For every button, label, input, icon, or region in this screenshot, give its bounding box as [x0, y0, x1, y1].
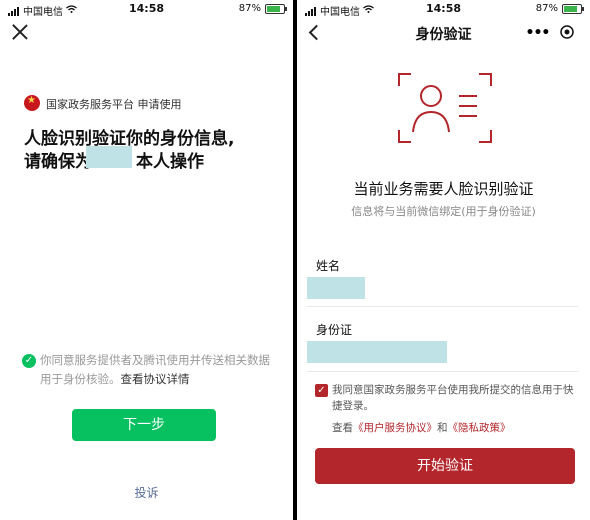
- battery-group: 87%: [535, 3, 584, 14]
- battery-percent: 87%: [238, 3, 261, 14]
- complaint-link[interactable]: 投诉: [0, 484, 293, 501]
- battery-group: 87%: [238, 3, 287, 14]
- headline-line2-pre: 请确保为: [24, 152, 92, 172]
- battery-percent: 87%: [535, 3, 558, 14]
- org-label: 国家政务服务平台 申请使用: [46, 98, 182, 111]
- mini-program-capsule: •••: [520, 21, 580, 45]
- consent-text: 我同意国家政务服务平台使用我所提交的信息用于快捷登录。: [332, 384, 574, 412]
- privacy-policy-link[interactable]: 《隐私政策》: [448, 422, 511, 434]
- name-label: 姓名: [316, 259, 341, 273]
- next-button[interactable]: 下一步: [72, 409, 216, 441]
- sub-heading: 信息将与当前微信绑定(用于身份验证): [351, 205, 536, 218]
- main-heading: 当前业务需要人脸识别验证: [353, 180, 534, 198]
- agreement-link[interactable]: 查看协议详情: [121, 372, 190, 386]
- id-field[interactable]: [307, 341, 447, 363]
- and-label: 和: [437, 422, 448, 434]
- user-agreement-link[interactable]: 《用户服务协议》: [353, 422, 437, 434]
- divider: [307, 306, 578, 307]
- status-bar: 中国电信 14:58 87%: [0, 0, 293, 18]
- emblem-icon: [24, 95, 40, 111]
- checkbox-icon[interactable]: ✓: [315, 384, 328, 397]
- battery-icon: [562, 3, 584, 14]
- divider: [307, 371, 578, 372]
- view-label: 查看: [332, 422, 353, 434]
- policy-links: 查看《用户服务协议》和《隐私政策》: [332, 420, 511, 435]
- battery-icon: [265, 3, 287, 14]
- headline-line2-post: 本人操作: [136, 152, 204, 172]
- left-phone-screen: 中国电信 14:58 87% 国家政务服务平台 申请使用 人脸识别验证你的身份信…: [0, 0, 293, 520]
- more-icon[interactable]: •••: [526, 25, 551, 41]
- face-scan-icon: [397, 72, 493, 148]
- right-phone-screen: 中国电信 14:58 87% 身份验证 ••• 当前业务需要人脸识别验证 信息将…: [297, 0, 590, 520]
- agreement-text: 你同意服务提供者及腾讯使用并传送相关数据用于身份核验。查看协议详情: [40, 351, 278, 389]
- start-verify-button[interactable]: 开始验证: [315, 448, 575, 484]
- status-bar: 中国电信 14:58 87%: [297, 0, 590, 18]
- record-icon[interactable]: [560, 24, 575, 43]
- close-icon[interactable]: [12, 24, 28, 40]
- name-field[interactable]: [307, 277, 365, 299]
- redacted-name: [86, 146, 132, 168]
- id-label: 身份证: [316, 323, 353, 337]
- check-icon[interactable]: ✓: [22, 354, 36, 368]
